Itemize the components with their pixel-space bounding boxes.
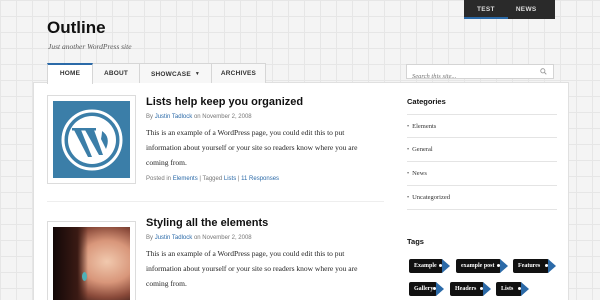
site-tagline: Just another WordPress site (48, 42, 132, 51)
main-nav-tabs: HOME ABOUT SHOWCASE ▼ ARCHIVES (47, 63, 266, 84)
category-label: Elements (412, 123, 437, 130)
nav-link-test[interactable]: TEST (464, 0, 508, 19)
tag-hole-icon (497, 264, 500, 267)
tab-showcase[interactable]: SHOWCASE ▼ (139, 63, 212, 83)
tab-archives[interactable]: ARCHIVES (211, 63, 266, 83)
tab-label: SHOWCASE (150, 71, 191, 78)
post-thumbnail[interactable] (47, 95, 136, 184)
tag-example[interactable]: Example (409, 259, 450, 273)
categories-heading: Categories (407, 97, 446, 106)
tag-label: Example (414, 263, 437, 269)
tag-features[interactable]: Features (513, 259, 556, 273)
woman-portrait-photo (53, 227, 130, 300)
post-date: on November 2, 2008 (193, 114, 252, 120)
tagged-label: | Tagged (199, 176, 223, 182)
tag-label: example post (461, 263, 495, 269)
category-item-uncategorized[interactable]: • Uncategorized (407, 186, 557, 210)
posted-in-label: Posted in (146, 176, 172, 182)
tab-label: ARCHIVES (220, 70, 257, 77)
category-item-elements[interactable]: • Elements (407, 114, 557, 138)
category-label: Uncategorized (412, 194, 451, 201)
tag-example-post[interactable]: example post (456, 259, 508, 273)
tab-home[interactable]: HOME (47, 63, 93, 84)
tab-about[interactable]: ABOUT (92, 63, 140, 83)
tag-label: Lists (501, 286, 514, 292)
tag-hole-icon (518, 287, 521, 290)
tag-hole-icon (433, 287, 436, 290)
tag-hole-icon (480, 287, 483, 290)
tag-headers[interactable]: Headers (450, 282, 491, 296)
category-link[interactable]: Elements (173, 176, 198, 182)
tag-link[interactable]: Lists (224, 176, 236, 182)
category-item-news[interactable]: • News (407, 162, 557, 186)
tags-heading: Tags (407, 237, 424, 246)
post-title[interactable]: Styling all the elements (146, 217, 268, 229)
tag-lists[interactable]: Lists (496, 282, 529, 296)
bullet-icon: • (407, 171, 410, 177)
wordpress-logo-icon (53, 101, 130, 178)
post-thumbnail[interactable] (47, 221, 136, 300)
tag-label: Features (518, 263, 541, 269)
tag-hole-icon (545, 264, 548, 267)
post-excerpt: This is an example of a WordPress page, … (146, 249, 358, 288)
search-icon[interactable] (540, 68, 547, 75)
category-label: News (412, 170, 427, 177)
author-link[interactable]: Justin Tadlock (155, 235, 193, 241)
post-divider (47, 201, 384, 202)
site-title[interactable]: Outline (47, 18, 106, 38)
tab-label: ABOUT (103, 70, 129, 77)
category-item-general[interactable]: • General (407, 138, 557, 162)
post-meta: Posted in Elements | Tagged Lists | 11 R… (146, 176, 279, 182)
byline-prefix: By (146, 114, 154, 120)
tag-label: Headers (455, 286, 477, 292)
tag-label: Gallery (414, 286, 434, 292)
bullet-icon: • (407, 147, 410, 153)
post-excerpt: This is an example of a WordPress page, … (146, 128, 358, 167)
category-label: General (412, 146, 433, 153)
responses-link[interactable]: 11 Responses (241, 176, 279, 182)
tab-label: HOME (59, 70, 81, 77)
post-byline: By Justin Tadlock on November 2, 2008 (146, 114, 252, 120)
chevron-down-icon: ▼ (194, 71, 201, 77)
top-utility-nav: TEST NEWS (464, 0, 555, 19)
post-byline: By Justin Tadlock on November 2, 2008 (146, 235, 252, 241)
meta-separator: | (237, 176, 240, 182)
tag-hole-icon (439, 264, 442, 267)
byline-prefix: By (146, 235, 154, 241)
bullet-icon: • (407, 124, 410, 130)
author-link[interactable]: Justin Tadlock (155, 114, 193, 120)
post-date: on November 2, 2008 (193, 235, 252, 241)
category-list: • Elements • General • News • Uncategorized (407, 114, 557, 210)
bullet-icon: • (407, 195, 410, 201)
nav-link-news[interactable]: NEWS (508, 0, 545, 19)
tag-gallery[interactable]: Gallery (409, 282, 444, 296)
wordpress-logo-icon (61, 109, 122, 170)
post-title[interactable]: Lists help keep you organized (146, 96, 303, 108)
search-input[interactable] (407, 70, 531, 83)
search-box (406, 64, 554, 83)
photo-hair (53, 227, 88, 300)
